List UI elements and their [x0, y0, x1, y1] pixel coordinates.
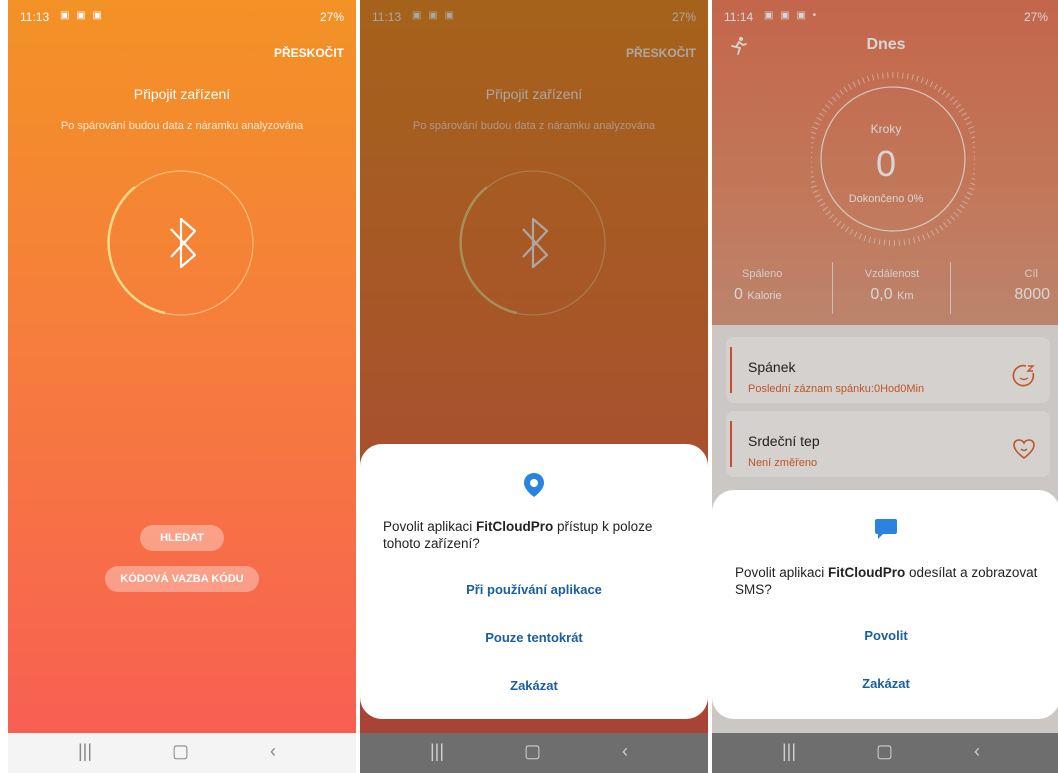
only-this-time-button[interactable]: Pouze tentokrát [360, 630, 708, 645]
battery-level: 27% [319, 10, 344, 24]
home-icon[interactable]: ▢ [524, 741, 541, 762]
status-bar: 11:13 ▣ ▣ ▣ 27% [8, 0, 356, 26]
system-nav-bar: ||| ▢ ‹ [8, 733, 356, 773]
allow-while-using-button[interactable]: Při používání aplikace [360, 582, 708, 597]
page-subtitle: Po spárování budou data z náramku analyz… [60, 120, 304, 132]
recent-apps-icon[interactable]: ||| [430, 741, 444, 762]
system-nav-bar: ||| ▢ ‹ [712, 733, 1058, 773]
search-button[interactable]: HLEDAT [140, 525, 224, 551]
notification-icons: ▣ ▣ ▣ [60, 10, 104, 21]
dialog-message-prefix: Povolit aplikaci [735, 565, 829, 580]
phone-screen-connect: 11:13 ▣ ▣ ▣ 27% PŘESKOČIT Připojit zaříz… [8, 0, 356, 773]
deny-button[interactable]: Zakázat [712, 676, 1058, 691]
dialog-message: Povolit aplikaci FitCloudPro odesílat a … [735, 564, 1040, 598]
phone-screen-dashboard: 11:14 ▣ ▣ ▣ • 27% Dnes Kroky 0 Dokončeno… [712, 0, 1058, 773]
location-permission-dialog: Povolit aplikaci FitCloudPro přístup k p… [360, 444, 708, 719]
page-title: Připojit zařízení [133, 86, 231, 102]
home-icon[interactable]: ▢ [876, 741, 893, 762]
skip-button[interactable]: PŘESKOČIT [274, 46, 344, 60]
status-time: 11:13 [20, 10, 50, 24]
dialog-message-prefix: Povolit aplikaci [383, 519, 477, 534]
code-bind-button[interactable]: KÓDOVÁ VAZBA KÓDU [105, 566, 259, 592]
home-icon[interactable]: ▢ [172, 741, 189, 762]
connect-screen-dimmed: 11:13 ▣ ▣ ▣ 27% PŘESKOČIT Připojit zaříz… [360, 0, 708, 733]
dashboard-screen: 11:14 ▣ ▣ ▣ • 27% Dnes Kroky 0 Dokončeno… [712, 0, 1058, 733]
dialog-message: Povolit aplikaci FitCloudPro přístup k p… [383, 518, 688, 552]
recent-apps-icon[interactable]: ||| [782, 741, 796, 762]
dialog-app-name: FitCloudPro [828, 565, 906, 580]
back-icon[interactable]: ‹ [622, 741, 628, 762]
message-icon [875, 519, 897, 539]
location-pin-icon [524, 473, 544, 497]
sms-permission-dialog: Povolit aplikaci FitCloudPro odesílat a … [712, 490, 1058, 719]
allow-button[interactable]: Povolit [712, 628, 1058, 643]
back-icon[interactable]: ‹ [270, 741, 276, 762]
dialog-app-name: FitCloudPro [476, 519, 554, 534]
connect-screen: 11:13 ▣ ▣ ▣ 27% PŘESKOČIT Připojit zaříz… [8, 0, 356, 733]
bluetooth-scan-ring [107, 170, 254, 316]
phone-screen-location-permission: 11:13 ▣ ▣ ▣ 27% PŘESKOČIT Připojit zaříz… [360, 0, 708, 773]
back-icon[interactable]: ‹ [974, 741, 980, 762]
deny-button[interactable]: Zakázat [360, 678, 708, 693]
recent-apps-icon[interactable]: ||| [78, 741, 92, 762]
bluetooth-icon [170, 217, 197, 269]
system-nav-bar: ||| ▢ ‹ [360, 733, 708, 773]
